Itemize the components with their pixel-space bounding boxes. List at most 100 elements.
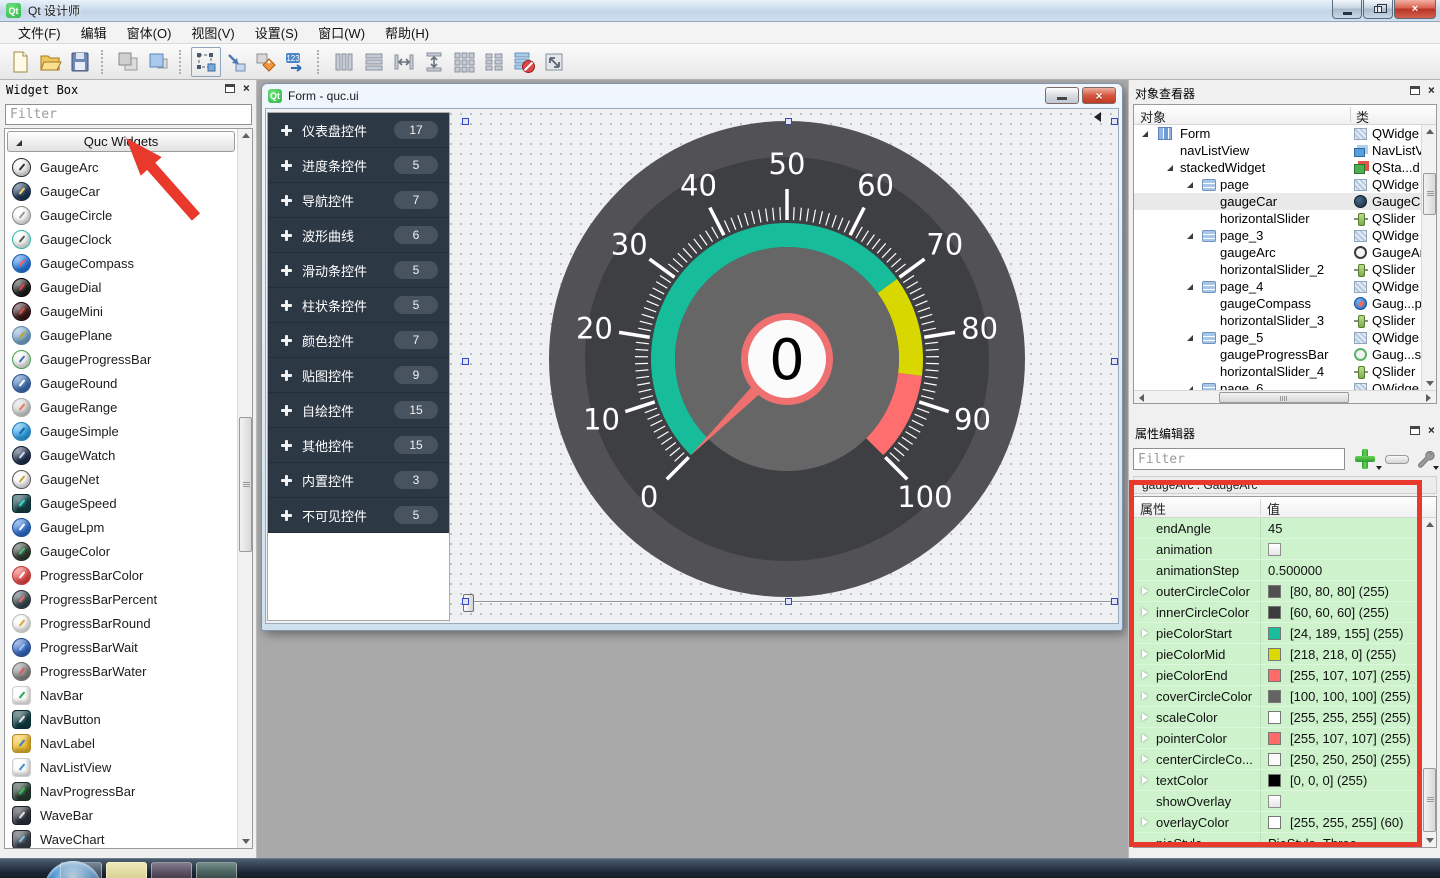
widget-item-GaugeClock[interactable]: GaugeClock [5,227,237,251]
property-table-header[interactable]: 属性 值 [1134,497,1436,518]
selection-handle[interactable] [785,118,792,125]
selection-handle[interactable] [462,598,469,605]
object-row-horizontalSlider[interactable]: horizontalSliderQSlider [1134,210,1421,227]
object-inspector-header[interactable]: 对象 类 [1134,105,1436,125]
property-row-pieColorMid[interactable]: pieColorMid[218, 218, 0] (255) [1134,644,1421,665]
nav-item-10[interactable]: 内置控件3 [268,463,449,498]
scroll-up-icon[interactable] [1422,518,1437,531]
object-row-page_6[interactable]: page_6QWidge [1134,380,1421,390]
widget-filter-input[interactable] [5,104,252,125]
property-row-coverCircleColor[interactable]: coverCircleColor[100, 100, 100] (255) [1134,686,1421,707]
widget-item-GaugeCar[interactable]: GaugeCar [5,179,237,203]
object-row-horizontalSlider_3[interactable]: horizontalSlider_3QSlider [1134,312,1421,329]
property-row-innerCircleColor[interactable]: innerCircleColor[60, 60, 60] (255) [1134,602,1421,623]
selection-handle[interactable] [462,118,469,125]
edit-signals-slots-button[interactable] [221,47,251,77]
add-dynamic-property-button[interactable] [1354,448,1376,470]
column-value[interactable]: 值 [1267,499,1280,518]
tree-expander-icon[interactable] [1187,329,1193,346]
property-row-endAngle[interactable]: endAngle45 [1134,518,1421,539]
selection-handle[interactable] [462,358,469,365]
widget-item-WaveBar[interactable]: WaveBar [5,803,237,827]
widget-item-ProgressBarWater[interactable]: ProgressBarWater [5,659,237,683]
property-row-animation[interactable]: animation [1134,539,1421,560]
new-form-button[interactable] [5,47,35,77]
nav-item-3[interactable]: 波形曲线6 [268,218,449,253]
object-inspector-hscrollbar[interactable] [1134,390,1436,403]
widget-item-NavButton[interactable]: NavButton [5,707,237,731]
object-row-gaugeCar[interactable]: gaugeCarGaugeCa [1134,193,1421,210]
property-value[interactable]: 45 [1268,521,1282,536]
form-minimize-button[interactable] [1045,87,1079,104]
float-panel-icon[interactable] [1410,426,1420,435]
widget-item-GaugeCompass[interactable]: GaugeCompass [5,251,237,275]
property-value[interactable]: [255, 107, 107] (255) [1290,731,1411,746]
property-expander-icon[interactable] [1142,755,1148,763]
layout-grid-button[interactable] [449,47,479,77]
property-value[interactable]: [100, 100, 100] (255) [1290,689,1411,704]
tree-expander-icon[interactable] [1167,159,1173,176]
close-panel-icon[interactable]: × [1428,85,1435,95]
property-value[interactable]: [24, 189, 155] (255) [1290,626,1403,641]
scroll-up-icon[interactable] [1422,125,1437,138]
property-vscrollbar[interactable] [1421,518,1436,847]
widget-item-GaugeRange[interactable]: GaugeRange [5,395,237,419]
widget-item-GaugeRound[interactable]: GaugeRound [5,371,237,395]
scrollbar-thumb[interactable] [1423,768,1436,832]
property-value[interactable]: [255, 255, 255] (60) [1290,815,1403,830]
widget-item-GaugeCircle[interactable]: GaugeCircle [5,203,237,227]
taskbar-app-button[interactable] [196,862,237,878]
selection-handle[interactable] [785,598,792,605]
layout-vertical-splitter-button[interactable] [419,47,449,77]
menu-item-6[interactable]: 帮助(H) [375,21,439,44]
property-expander-icon[interactable] [1142,608,1148,616]
close-button[interactable]: × [1394,0,1436,19]
widget-item-GaugeColor[interactable]: GaugeColor [5,539,237,563]
float-panel-icon[interactable] [225,84,235,93]
object-row-gaugeArc[interactable]: gaugeArcGaugeAr [1134,244,1421,261]
column-object[interactable]: 对象 [1140,107,1166,126]
scroll-down-icon[interactable] [1422,834,1437,847]
property-expander-icon[interactable] [1142,692,1148,700]
layout-horizontally-button[interactable] [359,47,389,77]
property-value[interactable]: [255, 255, 255] (255) [1290,710,1411,725]
widget-item-GaugeProgressBar[interactable]: GaugeProgressBar [5,347,237,371]
property-row-showOverlay[interactable]: showOverlay [1134,791,1421,812]
tree-expander-icon[interactable] [1187,380,1193,390]
menu-item-3[interactable]: 视图(V) [181,21,244,44]
property-expander-icon[interactable] [1142,671,1148,679]
property-expander-icon[interactable] [1142,713,1148,721]
property-row-animationStep[interactable]: animationStep0.500000 [1134,560,1421,581]
widget-item-WaveChart[interactable]: WaveChart [5,827,237,849]
property-row-pieColorEnd[interactable]: pieColorEnd[255, 107, 107] (255) [1134,665,1421,686]
property-value[interactable]: [80, 80, 80] (255) [1290,584,1389,599]
property-row-pointerColor[interactable]: pointerColor[255, 107, 107] (255) [1134,728,1421,749]
widget-item-ProgressBarColor[interactable]: ProgressBarColor [5,563,237,587]
close-panel-icon[interactable]: × [243,83,250,93]
property-expander-icon[interactable] [1142,776,1148,784]
close-panel-icon[interactable]: × [1428,425,1435,435]
property-checkbox[interactable] [1268,795,1281,808]
widget-item-NavListView[interactable]: NavListView [5,755,237,779]
menu-item-1[interactable]: 编辑 [71,21,117,44]
property-value[interactable]: 0.500000 [1268,563,1322,578]
property-expander-icon[interactable] [1142,818,1148,826]
nav-item-11[interactable]: 不可见控件5 [268,498,449,533]
break-layout-button[interactable] [509,47,539,77]
gauge-arc-widget[interactable]: 01020304050607080901000 [549,121,1025,597]
float-panel-icon[interactable] [1410,86,1420,95]
object-row-page_3[interactable]: page_3QWidge [1134,227,1421,244]
scroll-up-icon[interactable] [238,129,253,142]
widget-item-GaugeNet[interactable]: GaugeNet [5,467,237,491]
widget-item-NavProgressBar[interactable]: NavProgressBar [5,779,237,803]
object-row-gaugeProgressBar[interactable]: gaugeProgressBarGaug...s [1134,346,1421,363]
property-value[interactable]: [250, 250, 250] (255) [1290,752,1411,767]
taskbar-app-button[interactable] [151,862,192,878]
property-filter-input[interactable] [1133,448,1345,470]
scroll-right-icon[interactable] [1421,391,1436,404]
column-class[interactable]: 类 [1356,107,1369,126]
layout-vertically-button[interactable] [329,47,359,77]
widget-item-GaugeMini[interactable]: GaugeMini [5,299,237,323]
layout-horizontal-splitter-button[interactable] [389,47,419,77]
property-row-centerCircleCo...[interactable]: centerCircleCo...[250, 250, 250] (255) [1134,749,1421,770]
